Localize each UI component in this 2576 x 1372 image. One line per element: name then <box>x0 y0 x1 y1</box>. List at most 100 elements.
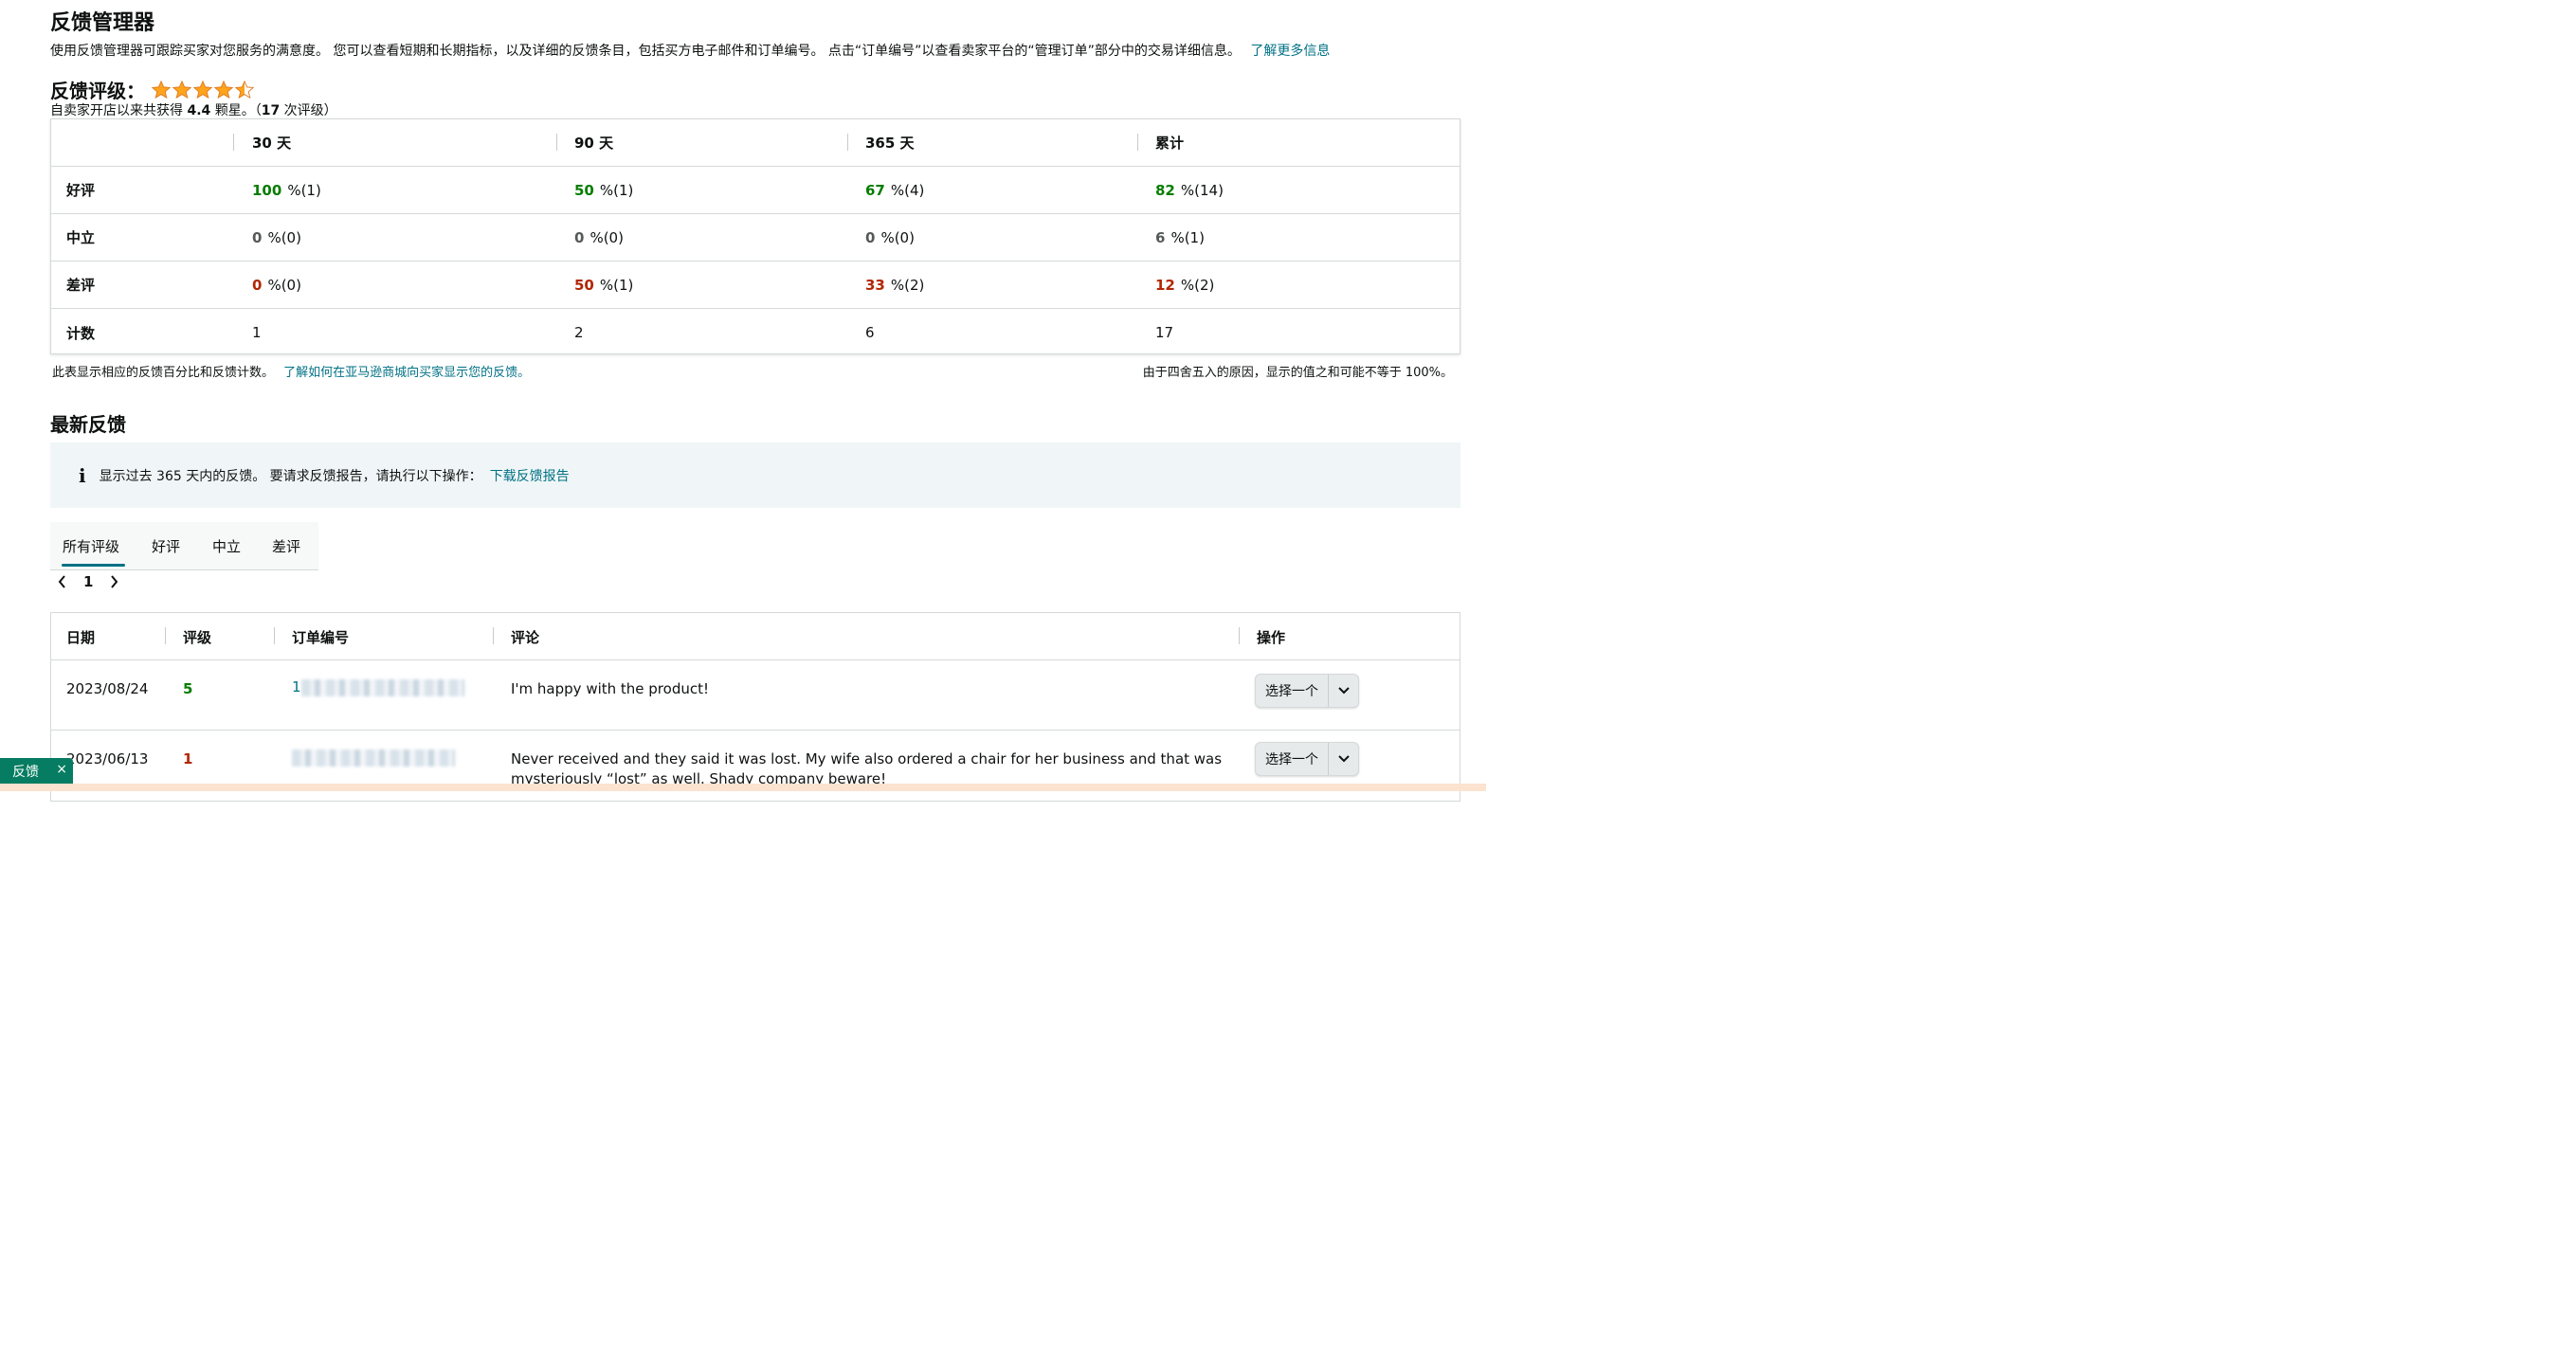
chevron-down-icon[interactable] <box>1329 687 1358 695</box>
column-divider <box>493 627 494 644</box>
rating-summary-text: 自卖家开店以来共获得 4.4 颗星。（17 次评级） <box>50 100 337 119</box>
summary-cell: 33 %(2) <box>865 262 924 308</box>
row-date: 2023/08/24 <box>66 680 149 697</box>
star-icon <box>151 80 172 99</box>
summary-note: 此表显示相应的反馈百分比和反馈计数。 了解如何在亚马逊商城向买家显示您的反馈。 <box>52 362 530 380</box>
info-icon: i <box>79 463 86 487</box>
summary-cell: 12 %(2) <box>1155 262 1214 308</box>
row-rating: 5 <box>183 680 193 697</box>
row-rating: 1 <box>183 750 193 767</box>
rating-header: 反馈评级： <box>50 76 255 103</box>
count: %(1) <box>287 181 321 199</box>
feedback-summary-table: 30 天 90 天 365 天 累计 好评 100 %(1) 50 %(1) 67%… <box>50 118 1460 354</box>
column-divider <box>556 134 557 151</box>
pagination: 1 <box>55 572 121 591</box>
action-dropdown[interactable]: 选择一个 <box>1255 742 1359 776</box>
star-icon <box>213 80 234 99</box>
summary-cell: 82 %(14) <box>1155 167 1224 213</box>
description-text: 使用反馈管理器可跟踪买家对您服务的满意度。 您可以查看短期和长期指标，以及详细的… <box>50 44 1241 59</box>
count: %(0) <box>590 228 624 246</box>
col-comment: 评论 <box>511 628 540 646</box>
row-label: 差评 <box>66 277 96 294</box>
redacted-order-id <box>292 749 455 767</box>
summary-cell: 50 %(1) <box>574 262 633 308</box>
display-feedback-link[interactable]: 了解如何在亚马逊商城向买家显示您的反馈。 <box>283 366 530 380</box>
row-comment: I'm happy with the product! <box>511 680 709 697</box>
row-comment: Never received and they said it was lost… <box>511 750 1223 767</box>
value: 82 <box>1155 181 1175 199</box>
feedback-badge-label[interactable]: 反馈 <box>12 762 39 781</box>
prev-page-icon[interactable] <box>55 572 70 591</box>
download-report-link[interactable]: 下载反馈报告 <box>490 466 570 485</box>
table-row: 2023/06/13 1 Never received and they sai… <box>51 731 1460 806</box>
rating-count: 17 <box>261 103 281 118</box>
redacted-order-id <box>300 678 464 696</box>
summary-col-365d: 365 天 <box>865 135 915 152</box>
summary-col-90d: 90 天 <box>574 135 614 152</box>
close-icon[interactable]: × <box>56 762 67 777</box>
summary-row-neutral: 中立 0 %(0) 0 %(0) 0 %(0) 6 %(1) <box>51 214 1460 262</box>
star-icon <box>172 80 192 99</box>
value: 67 <box>865 181 885 199</box>
value: 0 <box>865 228 876 246</box>
tab-all-ratings[interactable]: 所有评级 <box>63 522 119 569</box>
column-divider <box>847 134 848 151</box>
feedback-table-header: 日期 评级 订单编号 评论 操作 <box>51 613 1460 660</box>
value: 33 <box>865 276 885 294</box>
info-text: 显示过去 365 天内的反馈。 要请求反馈报告，请执行以下操作： <box>99 468 482 484</box>
feedback-badge[interactable]: 反馈 × <box>0 758 73 784</box>
row-label: 好评 <box>66 182 96 199</box>
summary-row-count: 计数 1 2 6 17 <box>51 309 1460 356</box>
row-label: 中立 <box>66 229 96 246</box>
summary-col-30d: 30 天 <box>252 135 292 152</box>
order-id-link[interactable] <box>292 749 455 767</box>
page-description: 使用反馈管理器可跟踪买家对您服务的满意度。 您可以查看短期和长期指标，以及详细的… <box>50 41 1330 60</box>
chevron-down-icon[interactable] <box>1329 755 1358 763</box>
value: 12 <box>1155 276 1175 294</box>
col-date: 日期 <box>66 628 96 646</box>
summary-row-positive: 好评 100 %(1) 50 %(1) 67 %(4) 82 %(14) <box>51 167 1460 214</box>
action-dropdown[interactable]: 选择一个 <box>1255 674 1359 708</box>
summary-cell: 0 %(0) <box>252 214 301 261</box>
star-icon <box>192 80 213 99</box>
tab-positive[interactable]: 好评 <box>152 522 180 569</box>
summary-cell: 0 %(0) <box>252 262 301 308</box>
summary-note-text: 此表显示相应的反馈百分比和反馈计数。 <box>52 366 275 380</box>
tab-negative[interactable]: 差评 <box>272 522 300 569</box>
current-page[interactable]: 1 <box>83 573 93 590</box>
count: %(14) <box>1180 181 1224 199</box>
summary-cell: 17 <box>1155 324 1174 341</box>
action-select-label[interactable]: 选择一个 <box>1256 675 1329 707</box>
tab-neutral[interactable]: 中立 <box>212 522 241 569</box>
action-select-label[interactable]: 选择一个 <box>1256 743 1329 775</box>
summary-row-negative: 差评 0 %(0) 50 %(1) 33 %(2) 12 %(2) <box>51 262 1460 309</box>
rating-sub-prefix: 自卖家开店以来共获得 <box>50 103 183 118</box>
rating-tabs: 所有评级 好评 中立 差评 <box>50 522 318 570</box>
col-rating: 评级 <box>183 628 212 646</box>
value: 6 <box>1155 228 1166 246</box>
rating-label: 反馈评级： <box>50 80 145 102</box>
rating-sub-mid: 颗星。（ <box>214 103 262 118</box>
value: 100 <box>252 181 282 199</box>
summary-cell: 0 %(0) <box>865 214 915 261</box>
order-id-link[interactable]: 1 <box>292 678 464 696</box>
col-order-id: 订单编号 <box>292 628 350 646</box>
count: %(2) <box>890 276 925 294</box>
column-divider <box>1137 134 1138 151</box>
rating-score: 4.4 <box>187 103 211 118</box>
col-action: 操作 <box>1257 628 1286 646</box>
next-page-icon[interactable] <box>106 572 121 591</box>
count: %(1) <box>1170 228 1205 246</box>
info-banner: i 显示过去 365 天内的反馈。 要请求反馈报告，请执行以下操作： 下载反馈报… <box>50 442 1460 508</box>
summary-cell: 0 %(0) <box>574 214 624 261</box>
count: %(4) <box>890 181 925 199</box>
order-id-prefix: 1 <box>292 678 301 695</box>
value: 50 <box>574 181 594 199</box>
summary-col-cumulative: 累计 <box>1155 135 1185 152</box>
value: 0 <box>252 228 263 246</box>
count: %(2) <box>1180 276 1215 294</box>
summary-cell: 100 %(1) <box>252 167 321 213</box>
value: 0 <box>574 228 585 246</box>
latest-feedback-title: 最新反馈 <box>50 413 126 436</box>
learn-more-link[interactable]: 了解更多信息 <box>1250 44 1330 59</box>
